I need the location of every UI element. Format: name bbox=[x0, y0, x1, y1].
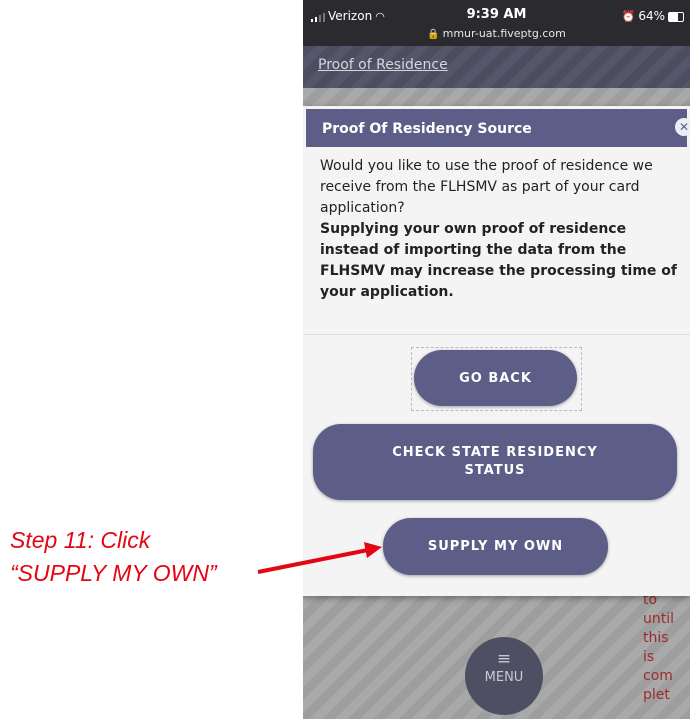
alarm-icon: ⏰ bbox=[621, 10, 636, 23]
proof-of-residency-dialog: Proof Of Residency Source ✕ Would you li… bbox=[303, 106, 690, 596]
lock-icon: 🔒 bbox=[427, 29, 440, 40]
background-instructions: to until this is com plet bbox=[643, 592, 675, 703]
dialog-warning: Supplying your own proof of residence in… bbox=[320, 221, 677, 300]
close-icon[interactable]: ✕ bbox=[675, 118, 690, 136]
red-arrow-icon bbox=[257, 542, 382, 574]
page-title[interactable]: Proof of Residence bbox=[318, 57, 448, 73]
status-bar: Verizon ◠ 9:39 AM ⏰ 64% 🔒 mmur-uat.fiveptg.… bbox=[303, 0, 690, 46]
menu-label: MENU bbox=[484, 670, 524, 685]
annotation-line-2: “SUPPLY MY OWN” bbox=[10, 560, 217, 586]
annotation-line-1: Step 11: Click bbox=[10, 527, 151, 553]
url-text: mmur-uat.fiveptg.com bbox=[442, 27, 566, 40]
dialog-title-bar: Proof Of Residency Source ✕ bbox=[306, 109, 690, 147]
address-bar[interactable]: 🔒 mmur-uat.fiveptg.com bbox=[303, 27, 690, 40]
dialog-message: Would you like to use the proof of resid… bbox=[320, 156, 682, 303]
menu-button[interactable]: ≡ MENU bbox=[465, 637, 543, 715]
dialog-question: Would you like to use the proof of resid… bbox=[320, 158, 653, 216]
dialog-title: Proof Of Residency Source bbox=[322, 121, 532, 137]
check-state-residency-button[interactable]: CHECK STATE RESIDENCY STATUS bbox=[313, 424, 677, 500]
phone-screen: Verizon ◠ 9:39 AM ⏰ 64% 🔒 mmur-uat.fiveptg.… bbox=[303, 0, 690, 719]
supply-my-own-button[interactable]: SUPPLY MY OWN bbox=[383, 518, 608, 575]
page-header: Proof of Residence bbox=[303, 46, 690, 88]
battery-percent: 64% bbox=[638, 9, 665, 23]
battery-icon bbox=[668, 11, 684, 22]
go-back-button[interactable]: GO BACK bbox=[414, 350, 577, 406]
step-annotation: Step 11: Click “SUPPLY MY OWN” bbox=[10, 524, 260, 590]
hamburger-icon: ≡ bbox=[496, 649, 512, 669]
divider bbox=[303, 334, 690, 335]
